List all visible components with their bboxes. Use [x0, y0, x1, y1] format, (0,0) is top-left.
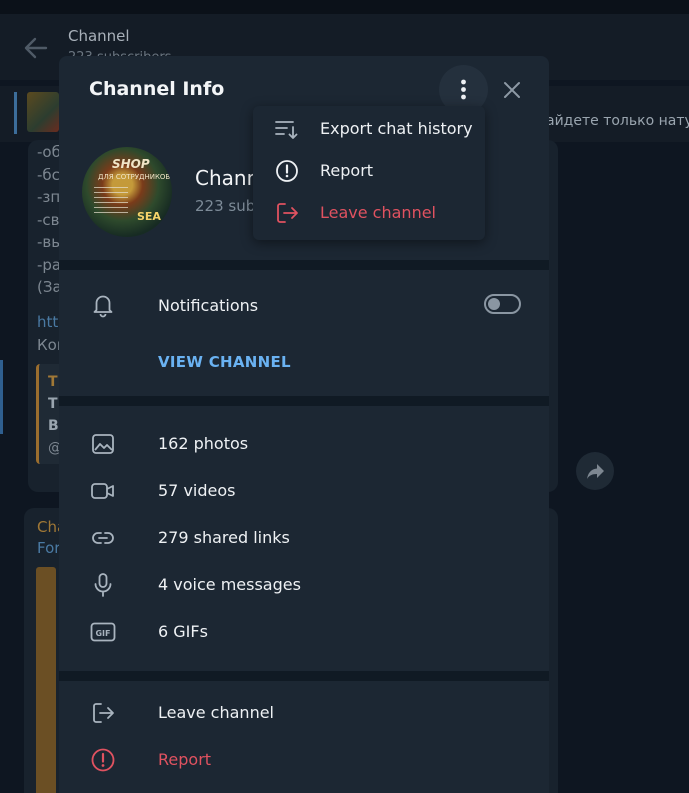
message-media[interactable] — [36, 567, 56, 793]
gif-icon: GIF — [90, 622, 116, 642]
share-button[interactable] — [576, 452, 614, 490]
leave-icon — [93, 703, 114, 723]
avatar-text-bottom: SEA — [137, 210, 161, 223]
links-count: 279 shared links — [158, 528, 290, 547]
dialog-title: Channel Info — [89, 78, 225, 100]
pinned-accent — [14, 92, 17, 134]
close-icon[interactable] — [500, 78, 524, 102]
photos-count: 162 photos — [158, 434, 249, 453]
more-options-menu: Export chat history Report Leave channel — [253, 106, 485, 240]
avatar-decoration — [94, 187, 128, 213]
pinned-thumbnail — [27, 92, 59, 132]
leave-icon — [277, 203, 298, 223]
message-link[interactable]: htt — [37, 313, 58, 331]
menu-item-label: Leave channel — [320, 203, 436, 222]
link-icon — [92, 532, 114, 544]
window-top-strip — [0, 0, 689, 14]
leave-channel-label: Leave channel — [158, 703, 274, 722]
avatar-text-middle: ДЛЯ СОТРУДНИКОВ — [98, 173, 171, 181]
menu-item-report[interactable]: Report — [253, 150, 485, 192]
menu-item-leave[interactable]: Leave channel — [253, 192, 485, 234]
channel-avatar[interactable]: SHOP ДЛЯ СОТРУДНИКОВ SEA — [82, 147, 172, 237]
notifications-label: Notifications — [158, 296, 259, 315]
view-channel-button[interactable]: VIEW CHANNEL — [158, 353, 291, 371]
back-arrow-icon[interactable] — [22, 34, 50, 62]
microphone-icon — [94, 573, 112, 597]
svg-text:GIF: GIF — [95, 629, 110, 638]
notifications-toggle[interactable] — [484, 294, 521, 314]
menu-item-label: Export chat history — [320, 119, 473, 138]
photo-icon — [92, 434, 114, 454]
unread-accent — [0, 360, 3, 434]
report-label: Report — [158, 750, 212, 769]
export-icon — [275, 121, 298, 139]
share-icon — [587, 464, 604, 479]
videos-count: 57 videos — [158, 481, 236, 500]
section-divider — [59, 671, 549, 681]
pinned-preview: айдете только нату — [546, 113, 689, 129]
gifs-count: 6 GIFs — [158, 622, 208, 641]
chat-title[interactable]: Channel — [68, 27, 130, 45]
section-divider — [59, 396, 549, 406]
menu-item-label: Report — [320, 161, 374, 180]
avatar-text-top: SHOP — [112, 157, 150, 171]
report-icon — [276, 160, 298, 182]
menu-item-export[interactable]: Export chat history — [253, 108, 485, 150]
bell-icon — [93, 295, 113, 318]
video-icon — [91, 483, 114, 499]
section-divider — [59, 260, 549, 270]
forwarded-from[interactable]: For — [37, 539, 60, 557]
report-icon — [91, 748, 115, 772]
voice-count: 4 voice messages — [158, 575, 301, 594]
toggle-knob — [488, 298, 500, 310]
